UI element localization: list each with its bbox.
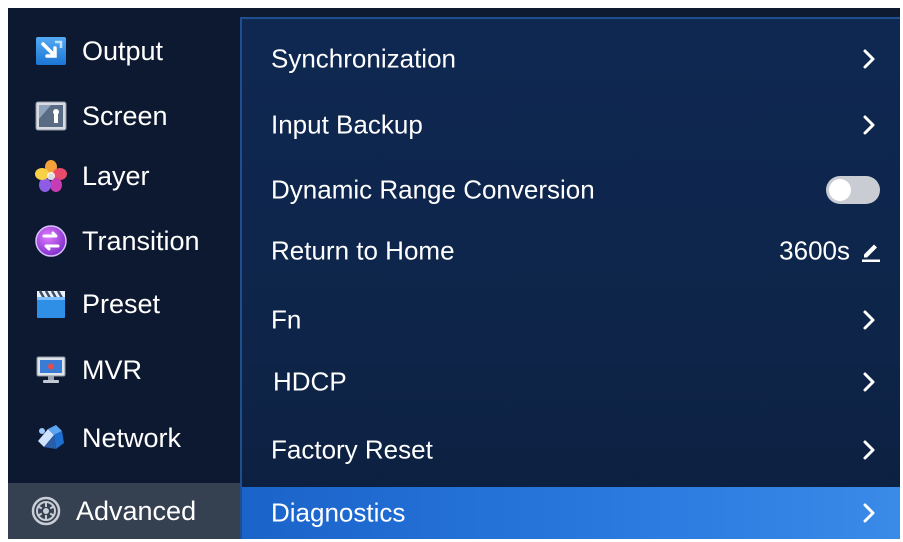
chevron-right-icon (863, 49, 875, 69)
menu-item-label: Fn (271, 304, 302, 335)
menu-item-hdcp[interactable]: HDCP (242, 354, 900, 410)
sidebar-item-network[interactable]: Network (8, 410, 240, 466)
screen-icon (33, 98, 69, 134)
output-icon (33, 33, 69, 69)
sidebar-item-mvr[interactable]: MVR (8, 342, 240, 398)
menu-item-return-to-home[interactable]: Return to Home 3600s (242, 223, 900, 279)
sidebar-item-label: Screen (82, 100, 168, 131)
sidebar-item-label: Advanced (76, 495, 197, 526)
menu-item-diagnostics[interactable]: Diagnostics (242, 487, 900, 539)
sidebar-item-label: Output (82, 35, 164, 66)
menu-item-label: Factory Reset (271, 434, 433, 465)
sidebar-item-screen[interactable]: Screen (8, 88, 240, 144)
chevron-right-icon (863, 310, 875, 330)
menu-item-input-backup[interactable]: Input Backup (242, 97, 900, 153)
sidebar-item-transition[interactable]: Transition (8, 213, 240, 269)
network-icon (33, 420, 69, 456)
return-to-home-value-text: 3600s (779, 235, 850, 266)
sidebar-item-label: MVR (82, 354, 142, 385)
menu-item-fn[interactable]: Fn (242, 292, 900, 348)
sidebar-item-output[interactable]: Output (8, 23, 240, 79)
menu-item-label: Return to Home (271, 235, 455, 266)
menu-item-dynamic-range-conversion[interactable]: Dynamic Range Conversion (242, 162, 900, 218)
menu-item-label: Synchronization (271, 43, 456, 74)
edit-icon[interactable] (860, 240, 882, 262)
dynamic-range-toggle[interactable] (826, 176, 880, 204)
chevron-right-icon (863, 503, 875, 523)
layer-icon (33, 158, 69, 194)
transition-icon (33, 223, 69, 259)
settings-window: Output Screen Layer Transition Preset MV… (8, 8, 900, 539)
menu-item-factory-reset[interactable]: Factory Reset (242, 422, 900, 478)
sidebar-item-advanced[interactable]: Advanced (8, 483, 240, 539)
sidebar-item-label: Layer (82, 160, 150, 191)
chevron-right-icon (863, 115, 875, 135)
toggle-knob (829, 179, 851, 201)
sidebar-item-label: Network (82, 422, 182, 453)
chevron-right-icon (863, 372, 875, 392)
chevron-right-icon (863, 440, 875, 460)
menu-item-label: Diagnostics (271, 497, 406, 528)
advanced-menu-panel: Synchronization Input Backup Dynamic Ran… (240, 17, 900, 539)
sidebar-item-label: Preset (82, 288, 161, 319)
sidebar-item-label: Transition (82, 225, 200, 256)
gear-icon (28, 493, 64, 529)
sidebar-item-preset[interactable]: Preset (8, 276, 240, 332)
sidebar-item-layer[interactable]: Layer (8, 148, 240, 204)
mvr-icon (33, 352, 69, 388)
menu-item-label: HDCP (273, 366, 347, 397)
return-to-home-value[interactable]: 3600s (779, 236, 882, 267)
preset-icon (33, 286, 69, 322)
menu-item-synchronization[interactable]: Synchronization (242, 31, 900, 87)
menu-item-label: Input Backup (271, 109, 423, 140)
sidebar: Output Screen Layer Transition Preset MV… (8, 8, 240, 539)
menu-item-label: Dynamic Range Conversion (271, 174, 595, 205)
